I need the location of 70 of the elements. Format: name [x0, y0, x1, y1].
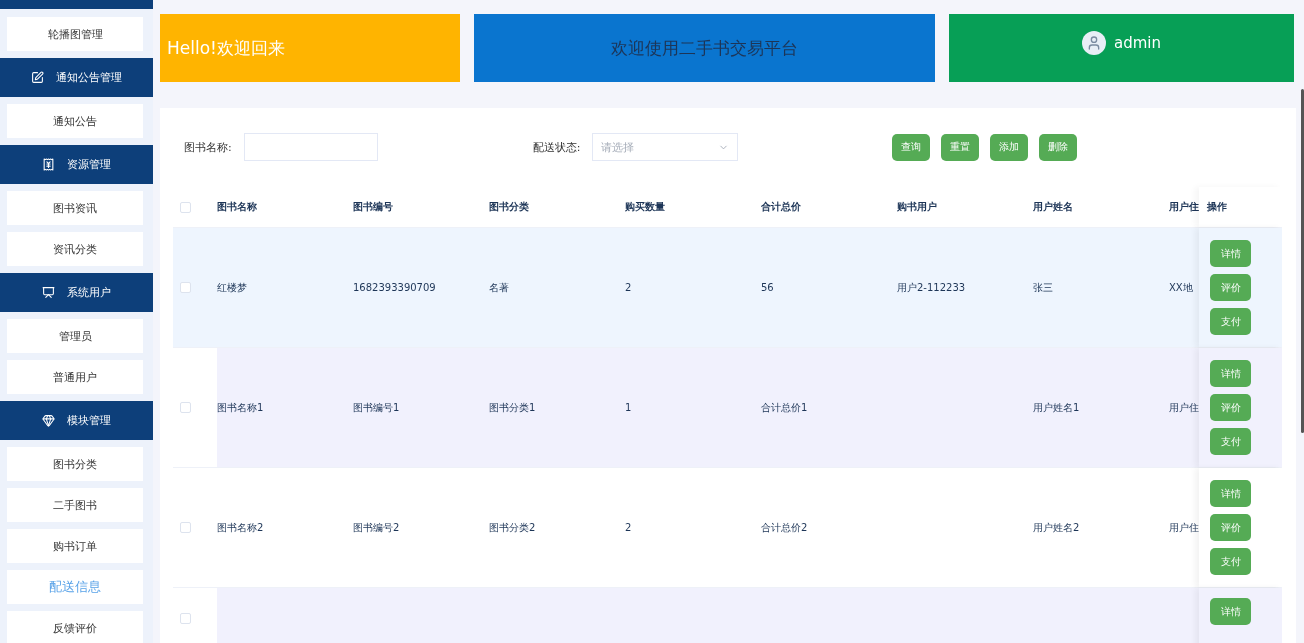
field-label: 图书名称: — [184, 139, 232, 155]
edit-icon — [31, 71, 44, 84]
table-cell: 图书编号1 — [353, 400, 400, 415]
column-header: 操作 — [1199, 187, 1282, 227]
banner-text: admin — [1114, 34, 1161, 52]
receipt-icon — [42, 158, 55, 171]
column-header: 购买数量 — [625, 200, 665, 214]
table-cell: 红楼梦 — [217, 280, 247, 295]
table-cell: 2 — [625, 282, 632, 293]
table-cell: 名著 — [489, 280, 509, 295]
sidebar-item[interactable]: 图书资讯 — [7, 191, 143, 225]
column-header: 购书用户 — [897, 200, 937, 214]
table-cell: 1 — [625, 402, 632, 413]
column-header: 图书分类 — [489, 200, 529, 214]
table-cell: 张三 — [1033, 280, 1053, 295]
checkbox[interactable] — [180, 612, 191, 624]
table-cell: 图书分类1 — [489, 400, 536, 415]
checkbox[interactable] — [180, 282, 191, 293]
table-cell: 用户2-112233 — [897, 280, 966, 295]
sidebar-item[interactable]: 资讯分类 — [7, 232, 143, 266]
sidebar-group-label: 模块管理 — [67, 413, 111, 428]
table-cell: 2 — [625, 522, 632, 533]
table-row[interactable]: 图书名称2 图书编号2 图书分类2 2 合计总价2 用户姓名2 用户住 详情 评价 支付 — [173, 468, 1282, 588]
column-header: 图书名称 — [217, 200, 257, 214]
field-label: 配送状态: — [532, 139, 581, 155]
sidebar-item[interactable]: 反馈评价 — [7, 611, 143, 643]
table-cell: 图书名称1 — [217, 400, 264, 415]
sidebar-item[interactable]: 管理员 — [7, 319, 143, 353]
sidebar-group[interactable]: 资源管理 — [0, 145, 153, 184]
table-row[interactable]: 红楼梦 1682393390709 名著 2 56 用户2-112233 张三 XX地 详情 评价 支付 — [173, 228, 1282, 348]
table-cell: 图书分类2 — [489, 520, 536, 535]
banner-text: Hello!欢迎回来 — [167, 36, 285, 60]
column-header: 图书编号 — [353, 200, 393, 214]
table-row[interactable]: 图书名称1 图书编号1 图书分类1 1 合计总价1 用户姓名1 用户住 详情 评价 支付 — [173, 348, 1282, 468]
sidebar-item[interactable]: 二手图书 — [7, 488, 143, 522]
sidebar-item[interactable]: 通知公告 — [7, 104, 143, 138]
table-cell: 1682393390709 — [353, 282, 436, 293]
table-cell: 合计总价2 — [761, 520, 808, 535]
column-header: 用户住 — [1169, 200, 1199, 214]
sidebar-item[interactable]: 普通用户 — [7, 360, 143, 394]
table-cell: 用户住 — [1169, 520, 1199, 535]
sidebar-group[interactable]: 系统用户 — [0, 273, 153, 312]
chart-icon — [42, 286, 55, 299]
table-cell: 图书名称2 — [217, 520, 264, 535]
table-cell: 用户姓名2 — [1033, 520, 1080, 535]
checkbox[interactable] — [180, 402, 191, 413]
scrollbar-thumb[interactable] — [1301, 89, 1304, 433]
input-field[interactable] — [243, 133, 378, 161]
sidebar-group-label: 通知公告管理 — [56, 70, 122, 85]
column-header: 用户姓名 — [1033, 200, 1073, 214]
sidebar-item[interactable]: 轮播图管理 — [7, 17, 143, 51]
sidebar-item[interactable]: 购书订单 — [7, 529, 143, 563]
checkbox[interactable] — [180, 522, 191, 533]
avatar-icon — [1082, 31, 1106, 55]
sidebar-group[interactable]: 模块管理 — [0, 401, 153, 440]
gem-icon — [42, 414, 55, 427]
table-cell: 合计总价1 — [761, 400, 808, 415]
table-cell: 用户姓名1 — [1033, 400, 1080, 415]
checkbox[interactable] — [180, 201, 191, 213]
sidebar-group-label: 资源管理 — [67, 157, 111, 172]
table-cell: 用户住 — [1169, 400, 1199, 415]
sidebar-group[interactable]: 通知公告管理 — [0, 58, 153, 97]
sidebar-item[interactable]: 图书分类 — [7, 447, 143, 481]
table-cell: 56 — [761, 282, 774, 293]
placeholder-text: 请选择 — [601, 139, 635, 155]
banner-text: 欢迎使用二手书交易平台 — [611, 36, 798, 60]
table-cell: 图书编号2 — [353, 520, 400, 535]
column-header: 合计总价 — [761, 200, 801, 214]
table-cell: XX地 — [1169, 280, 1193, 295]
sidebar-group-label: 系统用户 — [67, 285, 111, 300]
